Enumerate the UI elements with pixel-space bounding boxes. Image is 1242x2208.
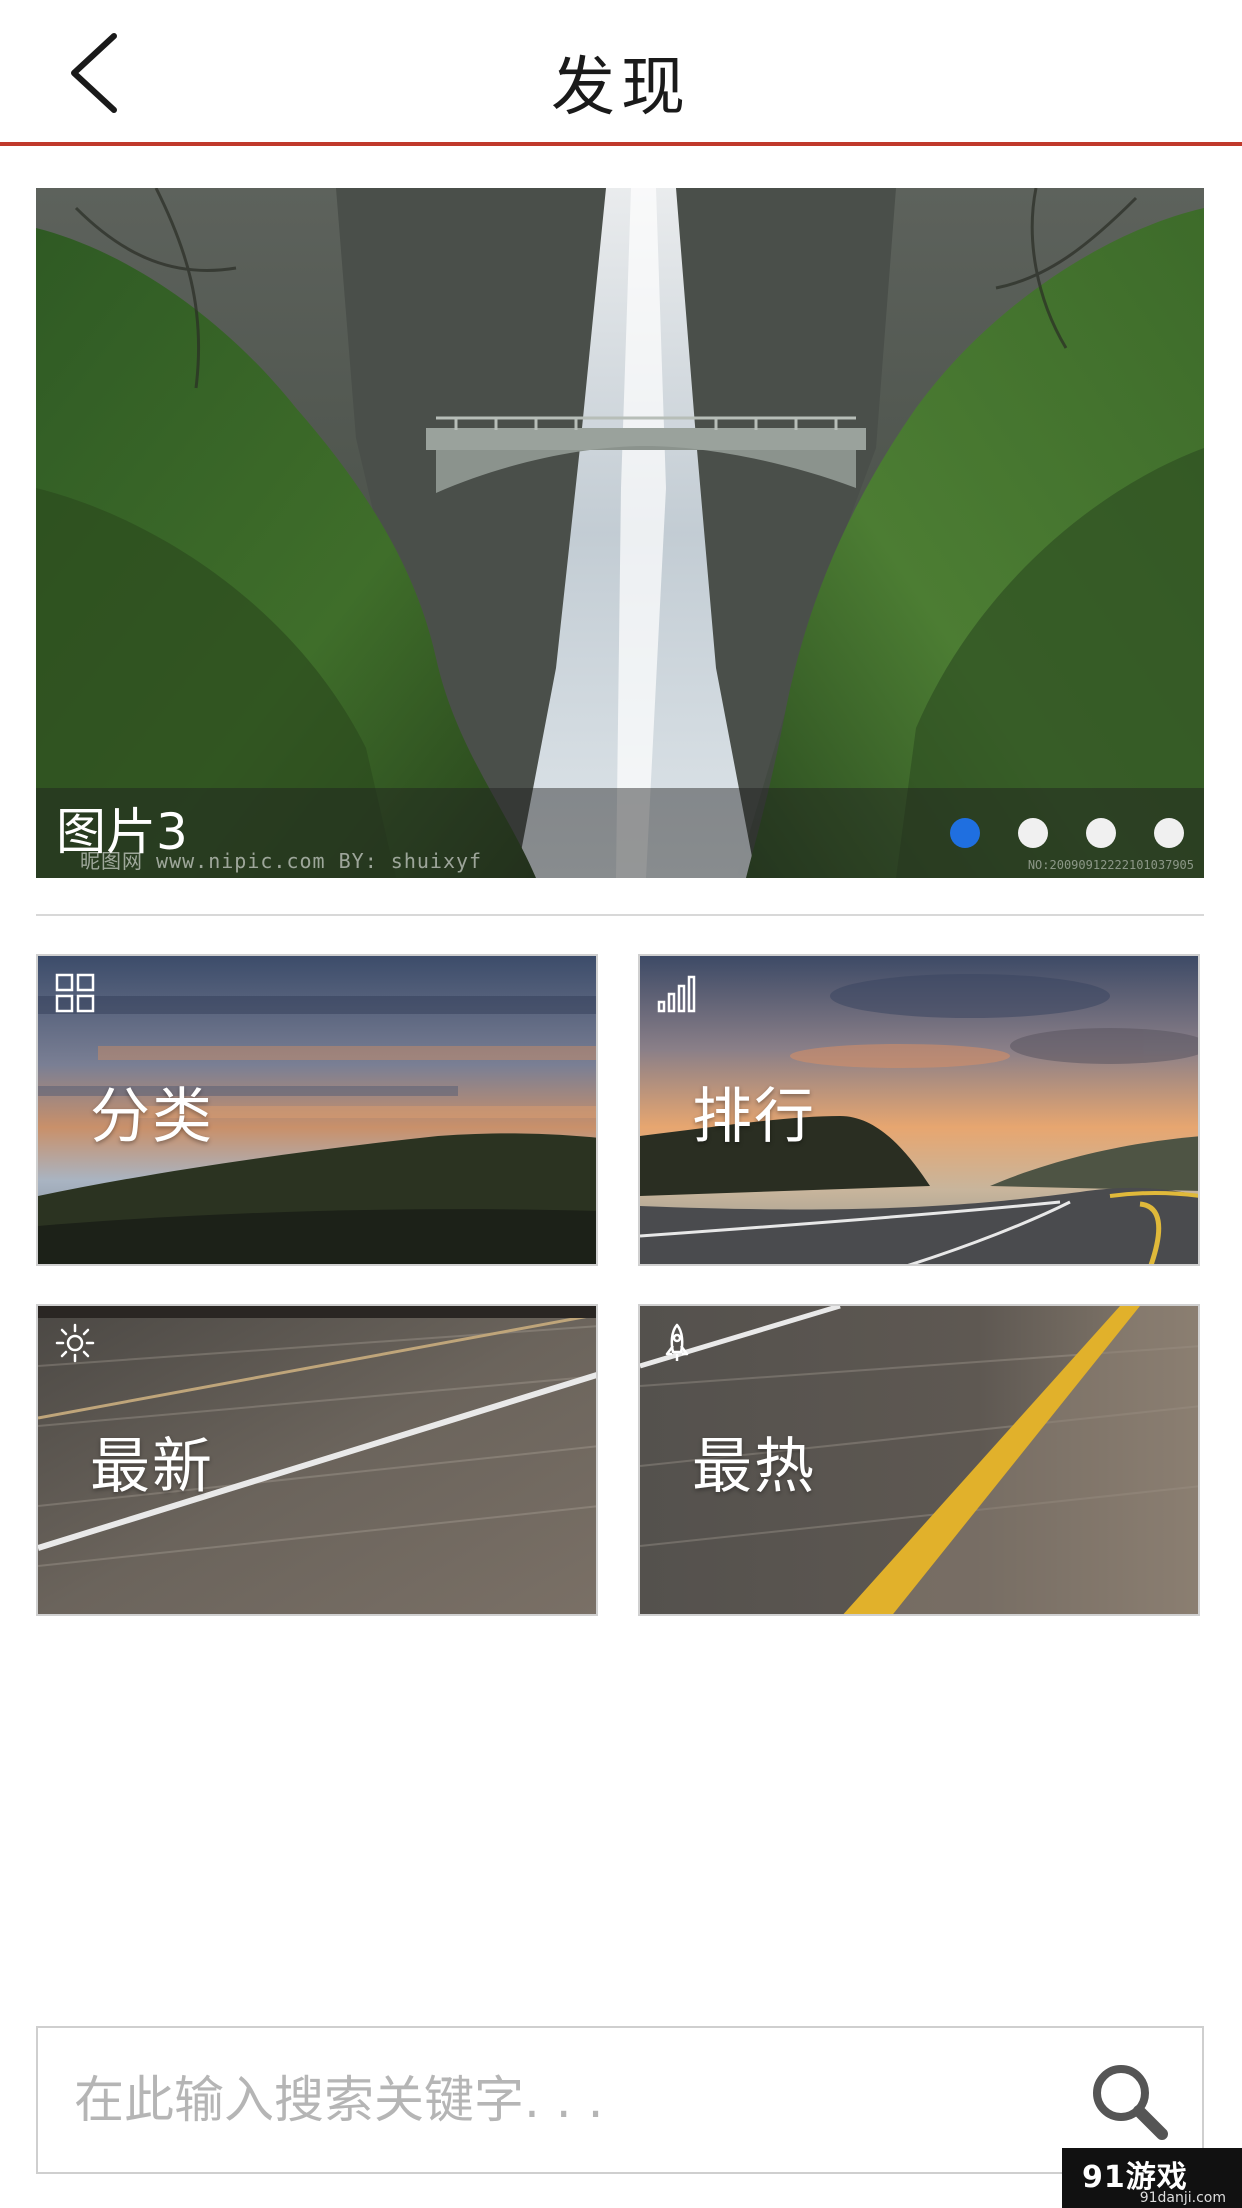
search-input[interactable] <box>38 2028 1068 2172</box>
newest-label: 最新 <box>90 1432 214 1502</box>
hottest-tile[interactable]: 最热 <box>638 1304 1200 1616</box>
carousel-indicators <box>950 818 1184 848</box>
carousel-dot-3[interactable] <box>1086 818 1116 848</box>
search-icon <box>1093 2065 1168 2140</box>
search-button[interactable] <box>1088 2060 1170 2142</box>
page-title: 发现 <box>551 51 691 125</box>
top-navigation-bar: 发现 <box>0 0 1242 146</box>
bar-chart-icon <box>657 975 696 1013</box>
banner-caption: 图片3 <box>56 803 188 861</box>
image-carousel[interactable]: 昵图网 www.nipic.com BY: shuixyf NO:2009091… <box>36 188 1204 878</box>
search-bar <box>36 2026 1204 2174</box>
grid-icon <box>55 973 95 1013</box>
carousel-dot-2[interactable] <box>1018 818 1048 848</box>
banner-watermark-id: NO:20090912222101037905 <box>1027 858 1194 872</box>
carousel-dot-4[interactable] <box>1154 818 1184 848</box>
category-tile[interactable]: 分类 <box>36 954 598 1266</box>
sun-icon <box>55 1323 95 1363</box>
newest-tile[interactable]: 最新 <box>36 1304 598 1616</box>
ranking-label: 排行 <box>692 1082 816 1152</box>
hottest-label: 最热 <box>692 1432 816 1502</box>
site-watermark-logo: 91游戏 91danji.com <box>1062 2148 1242 2208</box>
ranking-tile[interactable]: 排行 <box>638 954 1200 1266</box>
rocket-icon <box>665 1323 689 1361</box>
waterfall-image <box>36 188 1204 878</box>
category-label: 分类 <box>90 1082 214 1152</box>
site-watermark-url: 91danji.com <box>1139 2190 1226 2206</box>
carousel-dot-1[interactable] <box>950 818 980 848</box>
section-divider <box>36 914 1204 916</box>
